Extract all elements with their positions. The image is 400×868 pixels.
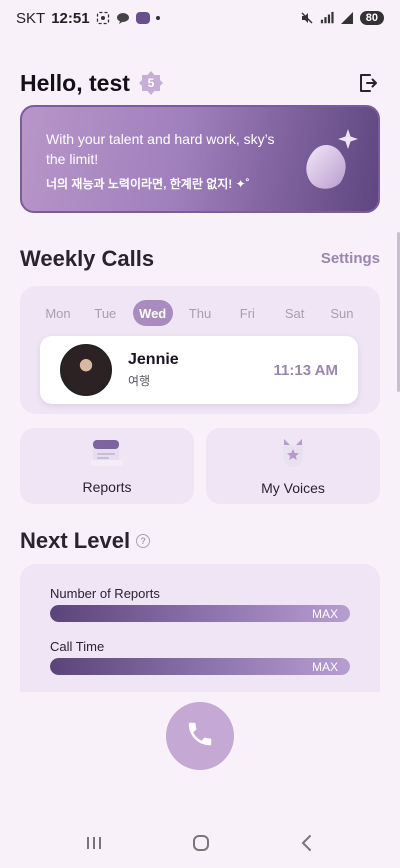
day-thu[interactable]: Thu — [180, 300, 220, 326]
day-sat[interactable]: Sat — [275, 300, 315, 326]
chat-icon — [116, 11, 130, 25]
day-fri[interactable]: Fri — [227, 300, 267, 326]
call-time-progress-label: Call Time — [50, 639, 105, 654]
voice-badge-icon — [278, 437, 308, 474]
level-number: 5 — [147, 76, 155, 90]
next-level-card: Number of Reports MAX Call Time MAX — [20, 564, 380, 692]
my-voices-tile[interactable]: My Voices — [206, 428, 380, 504]
logout-icon[interactable] — [356, 71, 380, 95]
carrier-label: SKT — [16, 9, 46, 27]
day-mon[interactable]: Mon — [38, 300, 78, 326]
screenshot-icon — [96, 11, 110, 25]
my-voices-label: My Voices — [261, 479, 325, 496]
reports-progress-bar: MAX — [50, 605, 350, 622]
settings-link[interactable]: Settings — [321, 250, 380, 267]
lte-signal-icon — [320, 11, 334, 25]
reports-progress-label: Number of Reports — [50, 586, 160, 601]
call-button[interactable] — [166, 702, 234, 770]
day-wed[interactable]: Wed — [132, 300, 173, 326]
battery-level: 80 — [359, 11, 384, 25]
call-time-progress-fill: MAX — [50, 658, 350, 675]
reports-label: Reports — [82, 478, 132, 495]
reports-tile[interactable]: Reports — [20, 428, 194, 504]
reports-icon — [90, 438, 124, 473]
level-badge: 5 — [138, 70, 164, 96]
mute-icon — [300, 11, 314, 25]
signal-icon — [340, 11, 354, 25]
system-nav-bar — [0, 822, 400, 868]
scheduled-call-card[interactable]: Jennie 여행 11:13 AM — [40, 336, 358, 404]
day-selector: Mon Tue Wed Thu Fri Sat Sun — [38, 300, 362, 326]
call-time-progress-bar: MAX — [50, 658, 350, 675]
app-notification-icon — [135, 12, 150, 24]
phone-icon — [185, 719, 215, 754]
day-sun[interactable]: Sun — [322, 300, 362, 326]
caller-info: Jennie 여행 — [128, 351, 179, 389]
day-tue[interactable]: Tue — [85, 300, 125, 326]
greeting-title: Hello, test — [20, 69, 130, 96]
call-time: 11:13 AM — [273, 361, 338, 379]
clock: 12:51 — [51, 9, 90, 27]
call-time-progress-value: MAX — [311, 659, 338, 674]
caller-name: Jennie — [128, 351, 179, 368]
reports-progress-fill: MAX — [50, 605, 350, 622]
more-notifications-icon — [155, 16, 160, 20]
home-icon[interactable] — [192, 834, 210, 857]
weekly-calls-card: Mon Tue Wed Thu Fri Sat Sun Jennie 여행 11… — [20, 286, 380, 414]
status-left: SKT 12:51 — [16, 10, 160, 27]
blob-sparkle-icon — [300, 129, 360, 204]
reports-progress-value: MAX — [311, 606, 338, 621]
help-icon[interactable]: ? — [136, 534, 151, 548]
caller-avatar — [60, 344, 112, 396]
weekly-calls-title: Weekly Calls — [20, 246, 155, 271]
next-level-title: Next Level — [20, 528, 131, 553]
banner-text-en: With your talent and hard work, sky’s th… — [46, 131, 275, 167]
header: Hello, test 5 — [20, 66, 380, 100]
recent-apps-icon[interactable] — [85, 835, 103, 856]
status-bar: SKT 12:51 80 — [0, 0, 400, 36]
back-icon[interactable] — [299, 834, 315, 857]
caller-subtitle: 여행 — [128, 374, 151, 388]
motivation-banner: With your talent and hard work, sky’s th… — [20, 105, 380, 213]
status-right: 80 — [300, 11, 384, 25]
next-level-header: Next Level ? — [20, 528, 151, 554]
